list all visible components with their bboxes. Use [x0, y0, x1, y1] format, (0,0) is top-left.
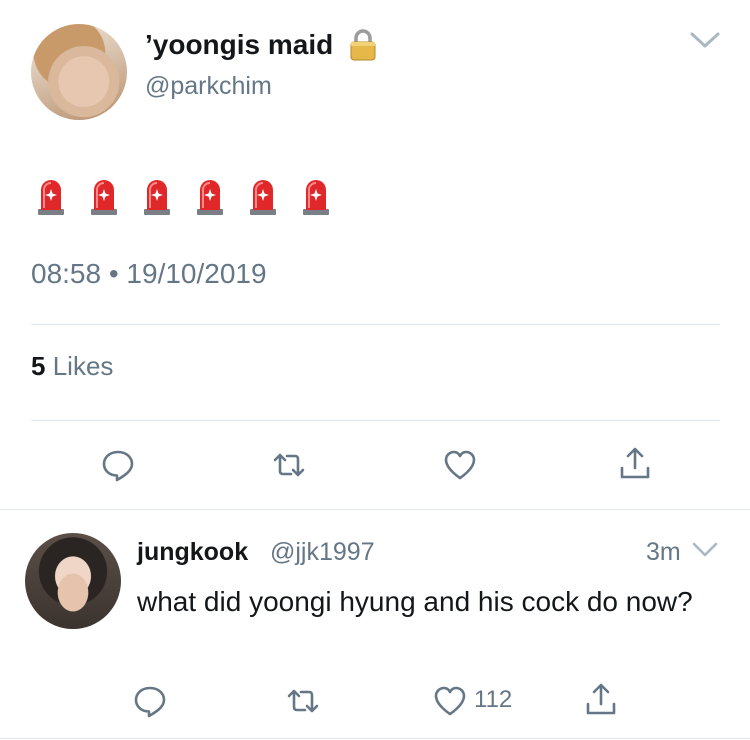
reply-icon[interactable] — [133, 684, 167, 718]
like-icon[interactable] — [433, 684, 467, 718]
police-light-icon — [144, 180, 170, 215]
chevron-down-icon[interactable] — [692, 541, 718, 558]
reply-author-handle[interactable]: @jjk1997 — [270, 537, 375, 567]
author-handle[interactable]: @parkchim — [145, 71, 272, 101]
likes-count: 5 — [31, 351, 46, 381]
share-icon[interactable] — [584, 682, 618, 716]
share-icon[interactable] — [618, 446, 652, 480]
retweet-icon[interactable] — [286, 684, 320, 718]
reply-icon[interactable] — [101, 448, 135, 482]
like-icon[interactable] — [443, 448, 477, 482]
police-light-icon — [38, 180, 64, 215]
reply-time: 3m — [646, 538, 681, 566]
chevron-down-icon[interactable] — [689, 30, 721, 50]
lock-icon — [350, 29, 376, 61]
tweet-timestamp: 08:58 • 19/10/2019 — [31, 258, 267, 289]
reply-author-avatar[interactable] — [25, 533, 121, 629]
reply-like-count: 112 — [474, 686, 513, 713]
tweet-body — [35, 176, 332, 216]
police-light-icon — [250, 180, 276, 215]
author-avatar[interactable] — [31, 24, 127, 120]
retweet-icon[interactable] — [272, 448, 306, 482]
divider — [31, 420, 720, 421]
divider — [0, 509, 750, 510]
police-light-icon — [91, 180, 117, 215]
author-display-name[interactable]: ’yoongis maid — [145, 28, 333, 62]
divider — [0, 738, 750, 739]
reply-author-display-name[interactable]: jungkook — [137, 537, 248, 567]
likes-summary[interactable]: 5 Likes — [31, 350, 113, 382]
divider — [31, 324, 720, 325]
police-light-icon — [197, 180, 223, 215]
police-light-icon — [303, 180, 329, 215]
likes-label: Likes — [52, 351, 114, 381]
reply-text: what did yoongi hyung and his cock do no… — [137, 586, 693, 617]
